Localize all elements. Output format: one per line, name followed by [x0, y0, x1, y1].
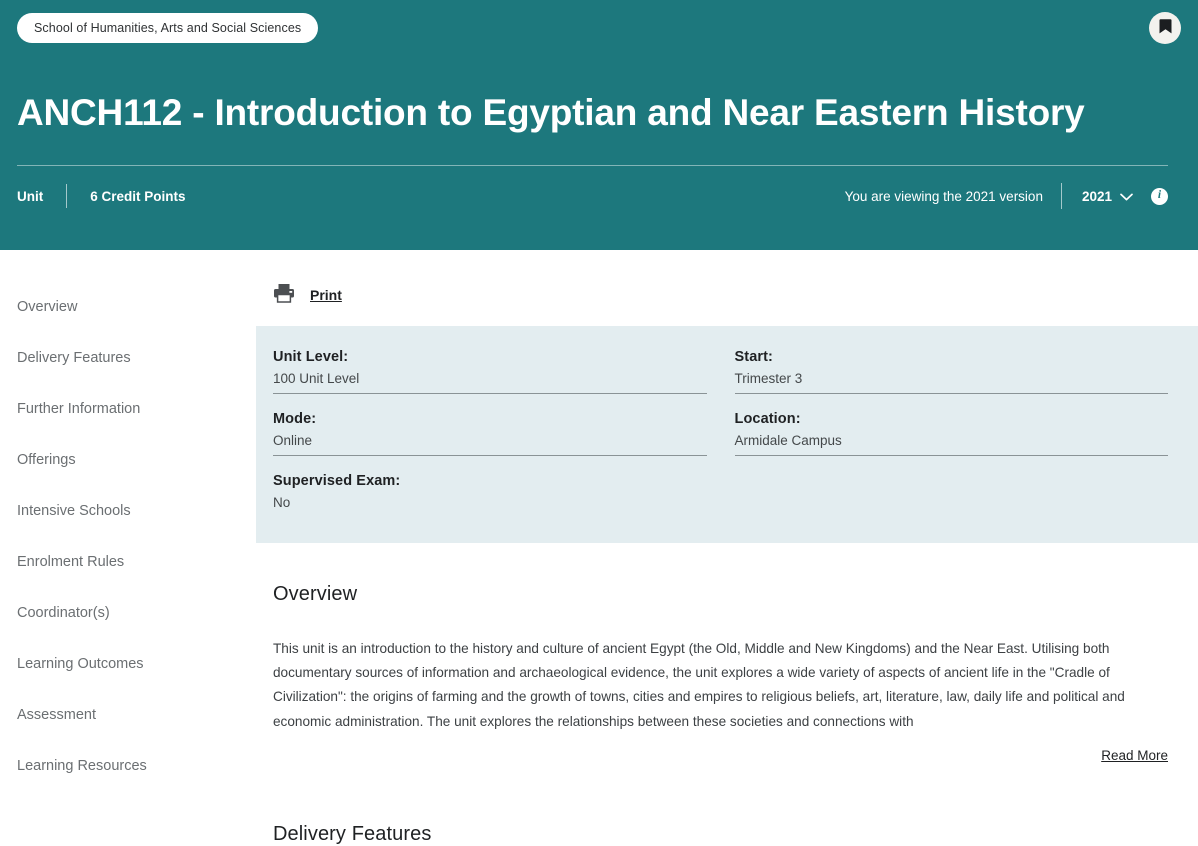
sidebar-item-label: Assessment [17, 707, 96, 723]
meta-divider [66, 184, 68, 208]
info-field-location: Location: Armidale Campus [734, 411, 1168, 456]
info-field-label: Location: [734, 411, 801, 427]
info-field-label: Start: [734, 349, 773, 365]
info-field-start: Start: Trimester 3 [734, 349, 1168, 394]
sidebar-item-learning-outcomes[interactable]: Learning Outcomes [0, 639, 256, 690]
info-icon-glyph: i [1157, 189, 1162, 202]
sidebar-item-assessment[interactable]: Assessment [0, 690, 256, 741]
info-field-value: Armidale Campus [734, 433, 842, 448]
sidebar-item-overview[interactable]: Overview [0, 282, 256, 333]
sidebar-item-enrolment-rules[interactable]: Enrolment Rules [0, 537, 256, 588]
sidebar-item-offerings[interactable]: Offerings [0, 435, 256, 486]
overview-heading: Overview [273, 583, 358, 605]
print-button[interactable]: Print [310, 287, 342, 303]
sidebar-item-label: Learning Resources [17, 758, 147, 774]
info-icon[interactable]: i [1151, 187, 1168, 205]
sidebar-item-learning-resources[interactable]: Learning Resources [0, 741, 256, 792]
overview-section: Overview This unit is an introduction to… [256, 583, 1198, 765]
bookmark-icon [1158, 18, 1173, 38]
overview-body: This unit is an introduction to the hist… [273, 641, 1125, 729]
info-field-value: Online [273, 433, 313, 448]
info-field-value: No [273, 495, 291, 510]
print-row: Print [256, 276, 1198, 314]
printer-icon [273, 283, 295, 308]
year-select-value: 2021 [1081, 188, 1112, 204]
unit-type-label: Unit [17, 188, 44, 204]
info-field-label: Unit Level: [273, 349, 349, 365]
version-divider [1060, 183, 1062, 209]
sidebar-item-label: Intensive Schools [17, 503, 131, 519]
school-badge-label: School of Humanities, Arts and Social Sc… [34, 21, 302, 35]
sidebar-item-label: Overview [17, 299, 78, 315]
version-group: You are viewing the 2021 version 2021 i [845, 183, 1168, 209]
sidebar-item-label: Further Information [17, 401, 141, 417]
info-field-value: Trimester 3 [734, 371, 803, 386]
info-column-left: Unit Level: 100 Unit Level Mode: Online … [273, 349, 707, 517]
unit-info-panel: Unit Level: 100 Unit Level Mode: Online … [256, 326, 1198, 543]
chevron-down-icon [1120, 189, 1133, 204]
sidebar-item-label: Coordinator(s) [17, 605, 110, 621]
year-select[interactable]: 2021 [1080, 185, 1135, 208]
read-more-row: Read More [273, 747, 1168, 765]
page-header: School of Humanities, Arts and Social Sc… [0, 0, 1198, 250]
main-content: Print Unit Level: 100 Unit Level Mode: O… [256, 250, 1198, 845]
sidebar-item-label: Enrolment Rules [17, 554, 125, 570]
info-field-label: Mode: [273, 411, 317, 427]
read-more-link[interactable]: Read More [1101, 748, 1168, 763]
sidebar-item-delivery-features[interactable]: Delivery Features [0, 333, 256, 384]
sidebar-item-label: Learning Outcomes [17, 656, 144, 672]
info-field-unit-level: Unit Level: 100 Unit Level [273, 349, 707, 394]
version-note: You are viewing the 2021 version [844, 188, 1043, 204]
header-meta-row: Unit 6 Credit Points You are viewing the… [17, 178, 1168, 214]
info-column-right: Start: Trimester 3 Location: Armidale Ca… [734, 349, 1169, 517]
info-column-spacer [735, 456, 1169, 481]
sidebar-item-label: Offerings [17, 452, 76, 468]
sidebar-item-further-information[interactable]: Further Information [0, 384, 256, 435]
sidebar-item-label: Delivery Features [17, 350, 131, 366]
section-nav-sidebar: Overview Delivery Features Further Infor… [0, 250, 256, 837]
sidebar-item-coordinators[interactable]: Coordinator(s) [0, 588, 256, 639]
credit-points-label: 6 Credit Points [90, 188, 186, 204]
page-title: ANCH112 - Introduction to Egyptian and N… [17, 92, 1085, 133]
sidebar-item-intensive-schools[interactable]: Intensive Schools [0, 486, 256, 537]
info-field-label: Supervised Exam: [273, 473, 401, 489]
info-field-value: 100 Unit Level [273, 371, 360, 386]
unit-meta-group: Unit 6 Credit Points [17, 184, 186, 208]
header-divider [17, 165, 1168, 166]
info-field-mode: Mode: Online [273, 411, 707, 456]
page-body: Overview Delivery Features Further Infor… [0, 250, 1198, 845]
delivery-features-heading: Delivery Features [273, 823, 432, 846]
delivery-features-section: Delivery Features [256, 823, 1198, 846]
info-field-supervised-exam: Supervised Exam: No [273, 473, 707, 517]
school-badge: School of Humanities, Arts and Social Sc… [17, 13, 319, 43]
bookmark-button[interactable] [1149, 12, 1181, 44]
